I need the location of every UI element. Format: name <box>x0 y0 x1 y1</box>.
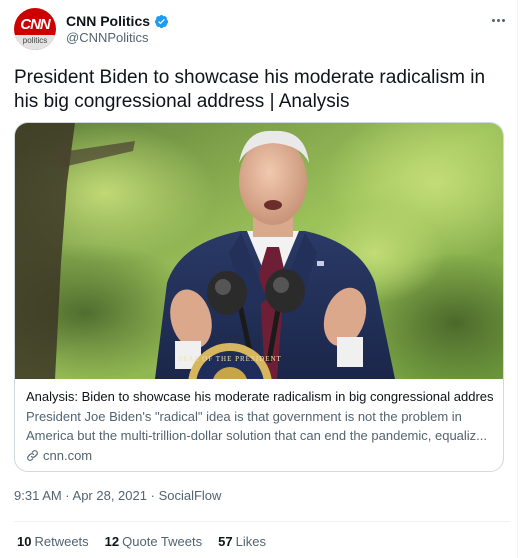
more-options-icon[interactable] <box>486 10 510 30</box>
card-image[interactable]: SEAL OF THE PRESIDENT <box>15 123 503 379</box>
user-handle[interactable]: @CNNPolitics <box>66 30 149 45</box>
timestamp[interactable]: 9:31 AM · Apr 28, 2021 <box>14 488 147 503</box>
retweets-count: 10 <box>17 534 32 549</box>
avatar-logo-text: CNN <box>20 16 51 33</box>
biden-podium-photo: SEAL OF THE PRESIDENT <box>15 123 503 379</box>
seal-text: SEAL OF THE PRESIDENT <box>178 355 282 363</box>
name-line: CNN Politics <box>66 12 169 30</box>
meta-separator: · <box>150 488 159 503</box>
verified-badge-icon <box>154 14 169 28</box>
likes-stat[interactable]: 57 Likes <box>218 534 266 549</box>
card-title[interactable]: Analysis: Biden to showcase his moderate… <box>26 388 494 406</box>
card-domain[interactable]: cnn.com <box>26 448 494 463</box>
retweets-stat[interactable]: 10 Retweets <box>17 534 89 549</box>
quote-tweets-stat[interactable]: 12 Quote Tweets <box>105 534 202 549</box>
dot <box>496 18 500 22</box>
dot <box>501 18 505 22</box>
tweet-header: CNN politics CNN Politics @CNNPolitics <box>14 8 510 52</box>
tweet-detail: CNN politics CNN Politics @CNNPolitics P… <box>0 0 518 558</box>
quote-tweets-count: 12 <box>104 534 120 549</box>
divider <box>14 521 510 522</box>
tweet-meta: 9:31 AM · Apr 28, 2021 · SocialFlow <box>14 488 221 503</box>
card-description: President Joe Biden's "radical" idea is … <box>26 409 488 443</box>
card-domain-text: cnn.com <box>43 448 93 463</box>
link-card[interactable]: SEAL OF THE PRESIDENT Analysis: Biden to… <box>14 122 504 472</box>
display-name[interactable]: CNN Politics <box>66 13 150 29</box>
source-app[interactable]: SocialFlow <box>159 488 222 503</box>
dot <box>491 18 495 22</box>
avatar[interactable]: CNN politics <box>14 8 56 50</box>
quote-tweets-label: Quote Tweets <box>122 534 203 549</box>
engagement-stats: 10 Retweets 12 Quote Tweets 57 Likes <box>17 534 266 549</box>
tweet-text: President Biden to showcase his moderate… <box>14 67 486 112</box>
card-body[interactable]: Analysis: Biden to showcase his moderate… <box>15 380 503 463</box>
likes-label: Likes <box>235 534 266 549</box>
link-icon <box>27 450 38 461</box>
retweets-label: Retweets <box>34 534 89 549</box>
likes-count: 57 <box>218 534 233 549</box>
avatar-sub-text: politics <box>22 36 48 45</box>
